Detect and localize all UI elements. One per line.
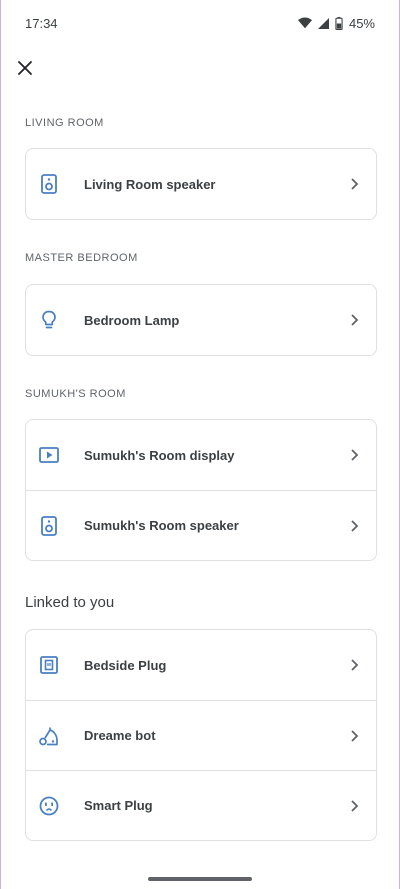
device-label: Bedside Plug: [84, 657, 167, 673]
section-title-linked-to-you: Linked to you: [25, 594, 115, 611]
section-title-sumukhs-room: SUMUKH'S ROOM: [25, 388, 126, 400]
device-row-smart-plug[interactable]: Smart Plug: [26, 770, 376, 840]
status-bar: 17:34 45%: [1, 0, 399, 46]
device-label: Living Room speaker: [84, 176, 216, 192]
status-icons: 45%: [297, 15, 375, 31]
device-row-dreame-bot[interactable]: Dreame bot: [26, 700, 376, 770]
chevron-right-icon: [351, 519, 359, 532]
device-label: Sumukh's Room speaker: [84, 518, 239, 533]
device-label: Smart Plug: [84, 798, 153, 813]
chevron-right-icon: [351, 799, 359, 812]
battery-percent: 45%: [348, 15, 375, 31]
device-row-bedside-plug[interactable]: Bedside Plug: [26, 630, 376, 700]
chevron-right-icon: [351, 659, 359, 671]
status-time: 17:34: [25, 15, 58, 31]
chevron-right-icon: [351, 449, 359, 461]
device-row-sumukhs-room-speaker[interactable]: Sumukh's Room speaker: [26, 490, 376, 560]
chevron-right-icon: [351, 178, 359, 190]
plug-box-icon: [38, 654, 60, 676]
device-label: Sumukh's Room display: [84, 447, 235, 463]
chevron-right-icon: [351, 314, 359, 326]
cellular-signal-icon: [317, 17, 329, 29]
section-title-living-room: LIVING ROOM: [25, 117, 104, 129]
card-living-room: Living Room speaker: [25, 148, 377, 220]
outlet-icon: [38, 795, 60, 817]
home-indicator[interactable]: [148, 877, 252, 881]
device-row-bedroom-lamp[interactable]: Bedroom Lamp: [26, 285, 376, 355]
display-icon: [38, 444, 60, 466]
section-title-master-bedroom: MASTER BEDROOM: [25, 252, 138, 264]
vacuum-icon: [38, 725, 60, 747]
device-label: Dreame bot: [84, 728, 156, 743]
card-sumukhs-room: Sumukh's Room display Sumukh's Room spea…: [25, 419, 377, 561]
card-master-bedroom: Bedroom Lamp: [25, 284, 377, 356]
device-row-sumukhs-room-display[interactable]: Sumukh's Room display: [26, 420, 376, 490]
close-icon: [18, 61, 32, 75]
lightbulb-icon: [38, 309, 60, 331]
close-button[interactable]: [13, 56, 37, 80]
speaker-icon: [38, 515, 60, 537]
battery-icon: [335, 16, 343, 30]
wifi-icon: [297, 17, 312, 29]
device-row-living-room-speaker[interactable]: Living Room speaker: [26, 149, 376, 219]
speaker-icon: [38, 173, 60, 195]
chevron-right-icon: [351, 729, 359, 742]
card-linked-to-you: Bedside Plug Dreame bot Smart Plug: [25, 629, 377, 841]
device-label: Bedroom Lamp: [84, 312, 180, 328]
